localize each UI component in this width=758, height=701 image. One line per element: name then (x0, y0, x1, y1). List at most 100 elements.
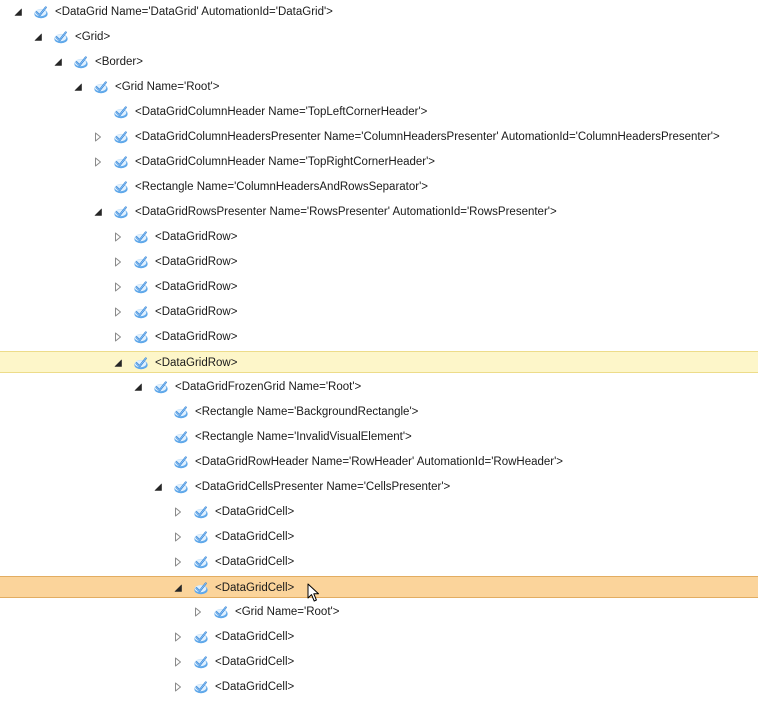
tree-row[interactable]: <DataGridRowHeader Name='RowHeader' Auto… (0, 451, 758, 473)
tree-node-label: <DataGrid Name='DataGrid' AutomationId='… (55, 6, 333, 18)
tree-row[interactable]: <DataGridColumnHeadersPresenter Name='Co… (0, 126, 758, 148)
automation-element-icon (94, 81, 108, 94)
triangle-expanded-icon[interactable] (153, 482, 163, 492)
tree-row-highlighted[interactable]: <DataGridRow> (0, 351, 758, 373)
triangle-expanded-icon[interactable] (133, 382, 143, 392)
tree-row[interactable]: <DataGridCell> (0, 626, 758, 648)
tree-row[interactable]: <Rectangle Name='BackgroundRectangle'> (0, 401, 758, 423)
tree-node-label: <DataGridCell> (215, 681, 295, 693)
tree-row[interactable]: <DataGridCell> (0, 551, 758, 573)
automation-element-icon (114, 106, 128, 119)
tree-row[interactable]: <Rectangle Name='ColumnHeadersAndRowsSep… (0, 176, 758, 198)
automation-element-icon (134, 231, 148, 244)
tree-row[interactable]: <DataGridFrozenGrid Name='Root'> (0, 376, 758, 398)
automation-element-icon (134, 357, 148, 370)
tree-row[interactable]: <Border> (0, 51, 758, 73)
tree-row[interactable]: <Grid Name='Root'> (0, 76, 758, 98)
automation-element-icon (194, 656, 208, 669)
automation-element-icon (174, 406, 188, 419)
tree-node-label: <DataGridFrozenGrid Name='Root'> (175, 381, 362, 393)
tree-node-label: <DataGridRow> (155, 306, 238, 318)
triangle-collapsed-icon[interactable] (93, 157, 103, 167)
automation-element-icon (174, 431, 188, 444)
tree-node-label: <DataGridCell> (215, 631, 295, 643)
triangle-collapsed-icon[interactable] (173, 507, 183, 517)
tree-row[interactable]: <Grid> (0, 26, 758, 48)
tree-node-label: <DataGridCell> (215, 531, 295, 543)
triangle-collapsed-icon[interactable] (113, 332, 123, 342)
automation-element-icon (194, 681, 208, 694)
automation-element-icon (114, 131, 128, 144)
tree-row[interactable]: <DataGridColumnHeader Name='TopRightCorn… (0, 151, 758, 173)
automation-element-icon (114, 206, 128, 219)
automation-element-icon (194, 582, 208, 595)
automation-element-icon (114, 181, 128, 194)
triangle-collapsed-icon[interactable] (173, 632, 183, 642)
tree-row[interactable]: <DataGridRow> (0, 226, 758, 248)
triangle-collapsed-icon[interactable] (113, 307, 123, 317)
triangle-expanded-icon[interactable] (13, 7, 23, 17)
automation-element-icon (134, 331, 148, 344)
automation-element-icon (134, 306, 148, 319)
tree-row[interactable]: <DataGridRow> (0, 251, 758, 273)
triangle-expanded-icon[interactable] (173, 583, 183, 593)
tree-row[interactable]: <DataGridCell> (0, 526, 758, 548)
tree-node-label: <Grid Name='Root'> (235, 606, 340, 618)
tree-node-label: <DataGridRow> (155, 256, 238, 268)
automation-element-icon (114, 156, 128, 169)
tree-row[interactable]: <DataGrid Name='DataGrid' AutomationId='… (0, 1, 758, 23)
tree-node-label: <DataGridRow> (155, 281, 238, 293)
triangle-collapsed-icon[interactable] (113, 232, 123, 242)
tree-node-label: <Grid> (75, 31, 111, 43)
automation-element-icon (174, 481, 188, 494)
tree-row[interactable]: <DataGridCell> (0, 501, 758, 523)
triangle-expanded-icon[interactable] (113, 358, 123, 368)
automation-element-icon (174, 456, 188, 469)
tree-node-label: <DataGridRow> (155, 357, 238, 369)
automation-element-icon (154, 381, 168, 394)
tree-row[interactable]: <DataGridRow> (0, 301, 758, 323)
tree-row[interactable]: <Grid Name='Root'> (0, 601, 758, 623)
tree-node-label: <DataGridRowHeader Name='RowHeader' Auto… (195, 456, 564, 468)
triangle-collapsed-icon[interactable] (173, 557, 183, 567)
triangle-collapsed-icon[interactable] (113, 282, 123, 292)
tree-node-label: <Rectangle Name='BackgroundRectangle'> (195, 406, 419, 418)
tree-row[interactable]: <DataGridCellsPresenter Name='CellsPrese… (0, 476, 758, 498)
triangle-expanded-icon[interactable] (73, 82, 83, 92)
automation-element-icon (74, 56, 88, 69)
tree-row[interactable]: <DataGridRow> (0, 326, 758, 348)
automation-element-icon (134, 281, 148, 294)
tree-node-label: <DataGridRow> (155, 231, 238, 243)
tree-node-label: <Grid Name='Root'> (115, 81, 220, 93)
tree-node-label: <DataGridCell> (215, 582, 295, 594)
triangle-collapsed-icon[interactable] (173, 532, 183, 542)
tree-row-selected[interactable]: <DataGridCell> (0, 576, 758, 598)
tree-node-label: <DataGridCell> (215, 656, 295, 668)
triangle-collapsed-icon[interactable] (173, 657, 183, 667)
triangle-collapsed-icon[interactable] (113, 257, 123, 267)
triangle-collapsed-icon[interactable] (93, 132, 103, 142)
triangle-collapsed-icon[interactable] (193, 607, 203, 617)
tree-node-label: <DataGridRow> (155, 331, 238, 343)
automation-element-icon (194, 631, 208, 644)
automation-element-icon (194, 506, 208, 519)
triangle-collapsed-icon[interactable] (173, 682, 183, 692)
tree-row[interactable]: <DataGridColumnHeader Name='TopLeftCorne… (0, 101, 758, 123)
tree-row[interactable]: <DataGridCell> (0, 676, 758, 698)
tree-row[interactable]: <DataGridCell> (0, 651, 758, 673)
tree-node-label: <DataGridColumnHeader Name='TopLeftCorne… (135, 106, 428, 118)
tree-node-label: <DataGridColumnHeadersPresenter Name='Co… (135, 131, 720, 143)
tree-node-label: <DataGridColumnHeader Name='TopRightCorn… (135, 156, 436, 168)
triangle-expanded-icon[interactable] (93, 207, 103, 217)
tree-node-label: <DataGridRowsPresenter Name='RowsPresent… (135, 206, 557, 218)
triangle-expanded-icon[interactable] (33, 32, 43, 42)
automation-element-icon (34, 6, 48, 19)
tree-row[interactable]: <DataGridRow> (0, 276, 758, 298)
tree-node-label: <Rectangle Name='ColumnHeadersAndRowsSep… (135, 181, 429, 193)
tree-node-label: <DataGridCell> (215, 506, 295, 518)
tree-row[interactable]: <Rectangle Name='InvalidVisualElement'> (0, 426, 758, 448)
tree-row[interactable]: <DataGridRowsPresenter Name='RowsPresent… (0, 201, 758, 223)
automation-element-icon (214, 606, 228, 619)
automation-tree: <DataGrid Name='DataGrid' AutomationId='… (0, 0, 758, 701)
triangle-expanded-icon[interactable] (53, 57, 63, 67)
